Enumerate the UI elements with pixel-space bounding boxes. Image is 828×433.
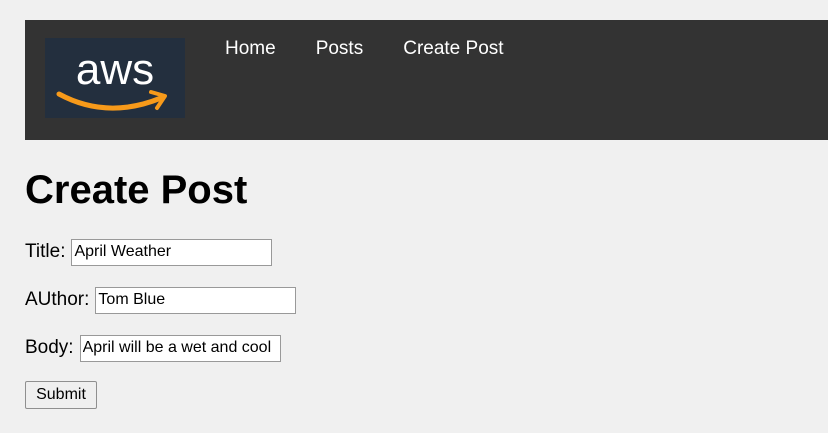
body-row: Body: (25, 334, 281, 362)
nav-create-post-link[interactable]: Create Post (403, 38, 503, 60)
nav-home-link[interactable]: Home (225, 38, 276, 60)
aws-logo[interactable]: aws (45, 38, 185, 118)
aws-logo-icon: aws (56, 45, 167, 111)
author-row: AUthor: (25, 286, 297, 314)
author-input[interactable] (95, 286, 297, 314)
svg-text:aws: aws (76, 45, 154, 94)
nav-posts-link[interactable]: Posts (316, 38, 364, 60)
nav-links: Home Posts Create Post (225, 38, 504, 60)
body-input[interactable] (79, 334, 281, 362)
title-label: Title: (25, 241, 66, 262)
author-label: AUthor: (25, 289, 90, 310)
page-title: Create Post (25, 168, 248, 212)
title-input[interactable] (71, 238, 273, 266)
top-navbar: aws Home Posts Create Post (25, 20, 828, 140)
body-label: Body: (25, 337, 74, 358)
submit-button[interactable]: Submit (25, 381, 97, 409)
title-row: Title: (25, 238, 273, 266)
